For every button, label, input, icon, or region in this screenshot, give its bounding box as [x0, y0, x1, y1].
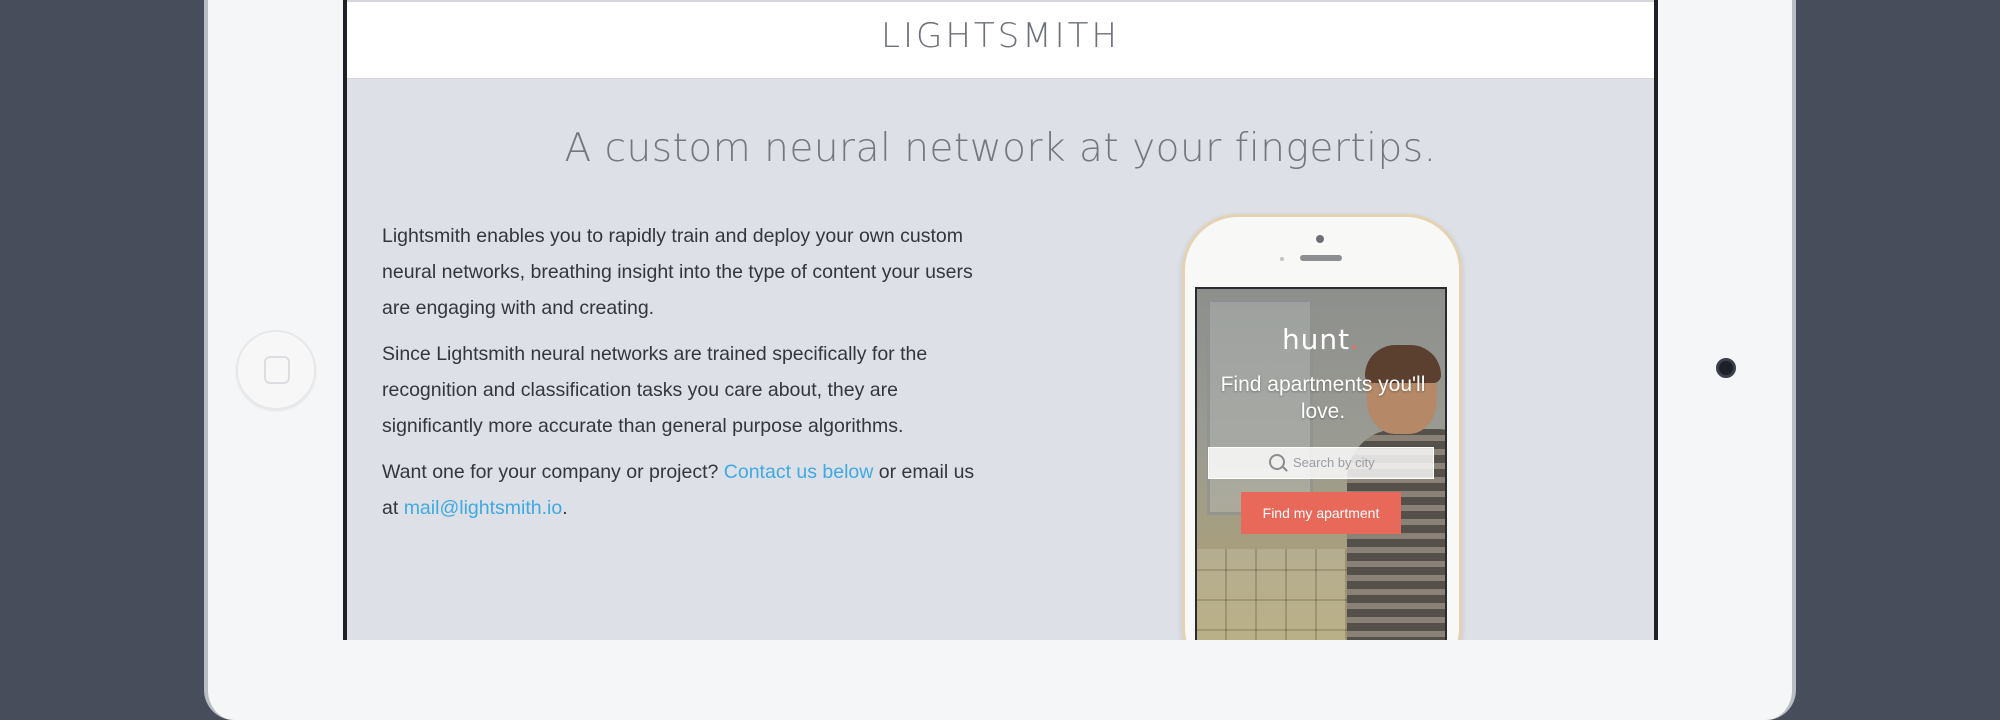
page-headline: A custom neural network at your fingerti…	[564, 126, 1437, 171]
app-search-input[interactable]: Search by city	[1208, 447, 1434, 479]
app-logo-dot: .	[1350, 323, 1361, 356]
app-logo-text: hunt	[1281, 323, 1351, 356]
search-placeholder: Search by city	[1293, 455, 1375, 470]
contact-us-link[interactable]: Contact us below	[724, 461, 874, 483]
intro-paragraph-2: Since Lightsmith neural networks are tra…	[382, 343, 928, 437]
phone-camera-icon	[1316, 235, 1324, 243]
email-link[interactable]: mail@lightsmith.io	[404, 497, 563, 519]
paragraph-text: .	[562, 497, 568, 519]
phone-sensor-icon	[1280, 257, 1284, 261]
web-page: LIGHTSMITH A custom neural network at yo…	[343, 0, 1658, 640]
intro-paragraph-3: Want one for your company or project? Co…	[382, 454, 992, 526]
paragraph-text: Want one for your company or project?	[382, 461, 724, 483]
app-tagline: Find apartments you'll love.	[1220, 373, 1426, 423]
site-logo[interactable]: LIGHTSMITH	[347, 16, 1654, 56]
tablet-camera	[1716, 358, 1736, 378]
site-header: LIGHTSMITH	[347, 0, 1654, 79]
home-button[interactable]	[236, 330, 316, 410]
phone-speaker-icon	[1300, 255, 1342, 261]
phone-mockup: hunt. Find apartments you'll love. Searc…	[1182, 214, 1462, 640]
search-icon	[1269, 454, 1285, 470]
intro-paragraph-1: Lightsmith enables you to rapidly train …	[382, 225, 973, 319]
phone-screen: hunt. Find apartments you'll love. Searc…	[1195, 287, 1447, 640]
app-logo: hunt.	[1197, 323, 1445, 356]
find-apartment-button[interactable]: Find my apartment	[1241, 492, 1401, 534]
home-icon	[264, 356, 290, 384]
intro-copy: Lightsmith enables you to rapidly train …	[382, 218, 992, 536]
